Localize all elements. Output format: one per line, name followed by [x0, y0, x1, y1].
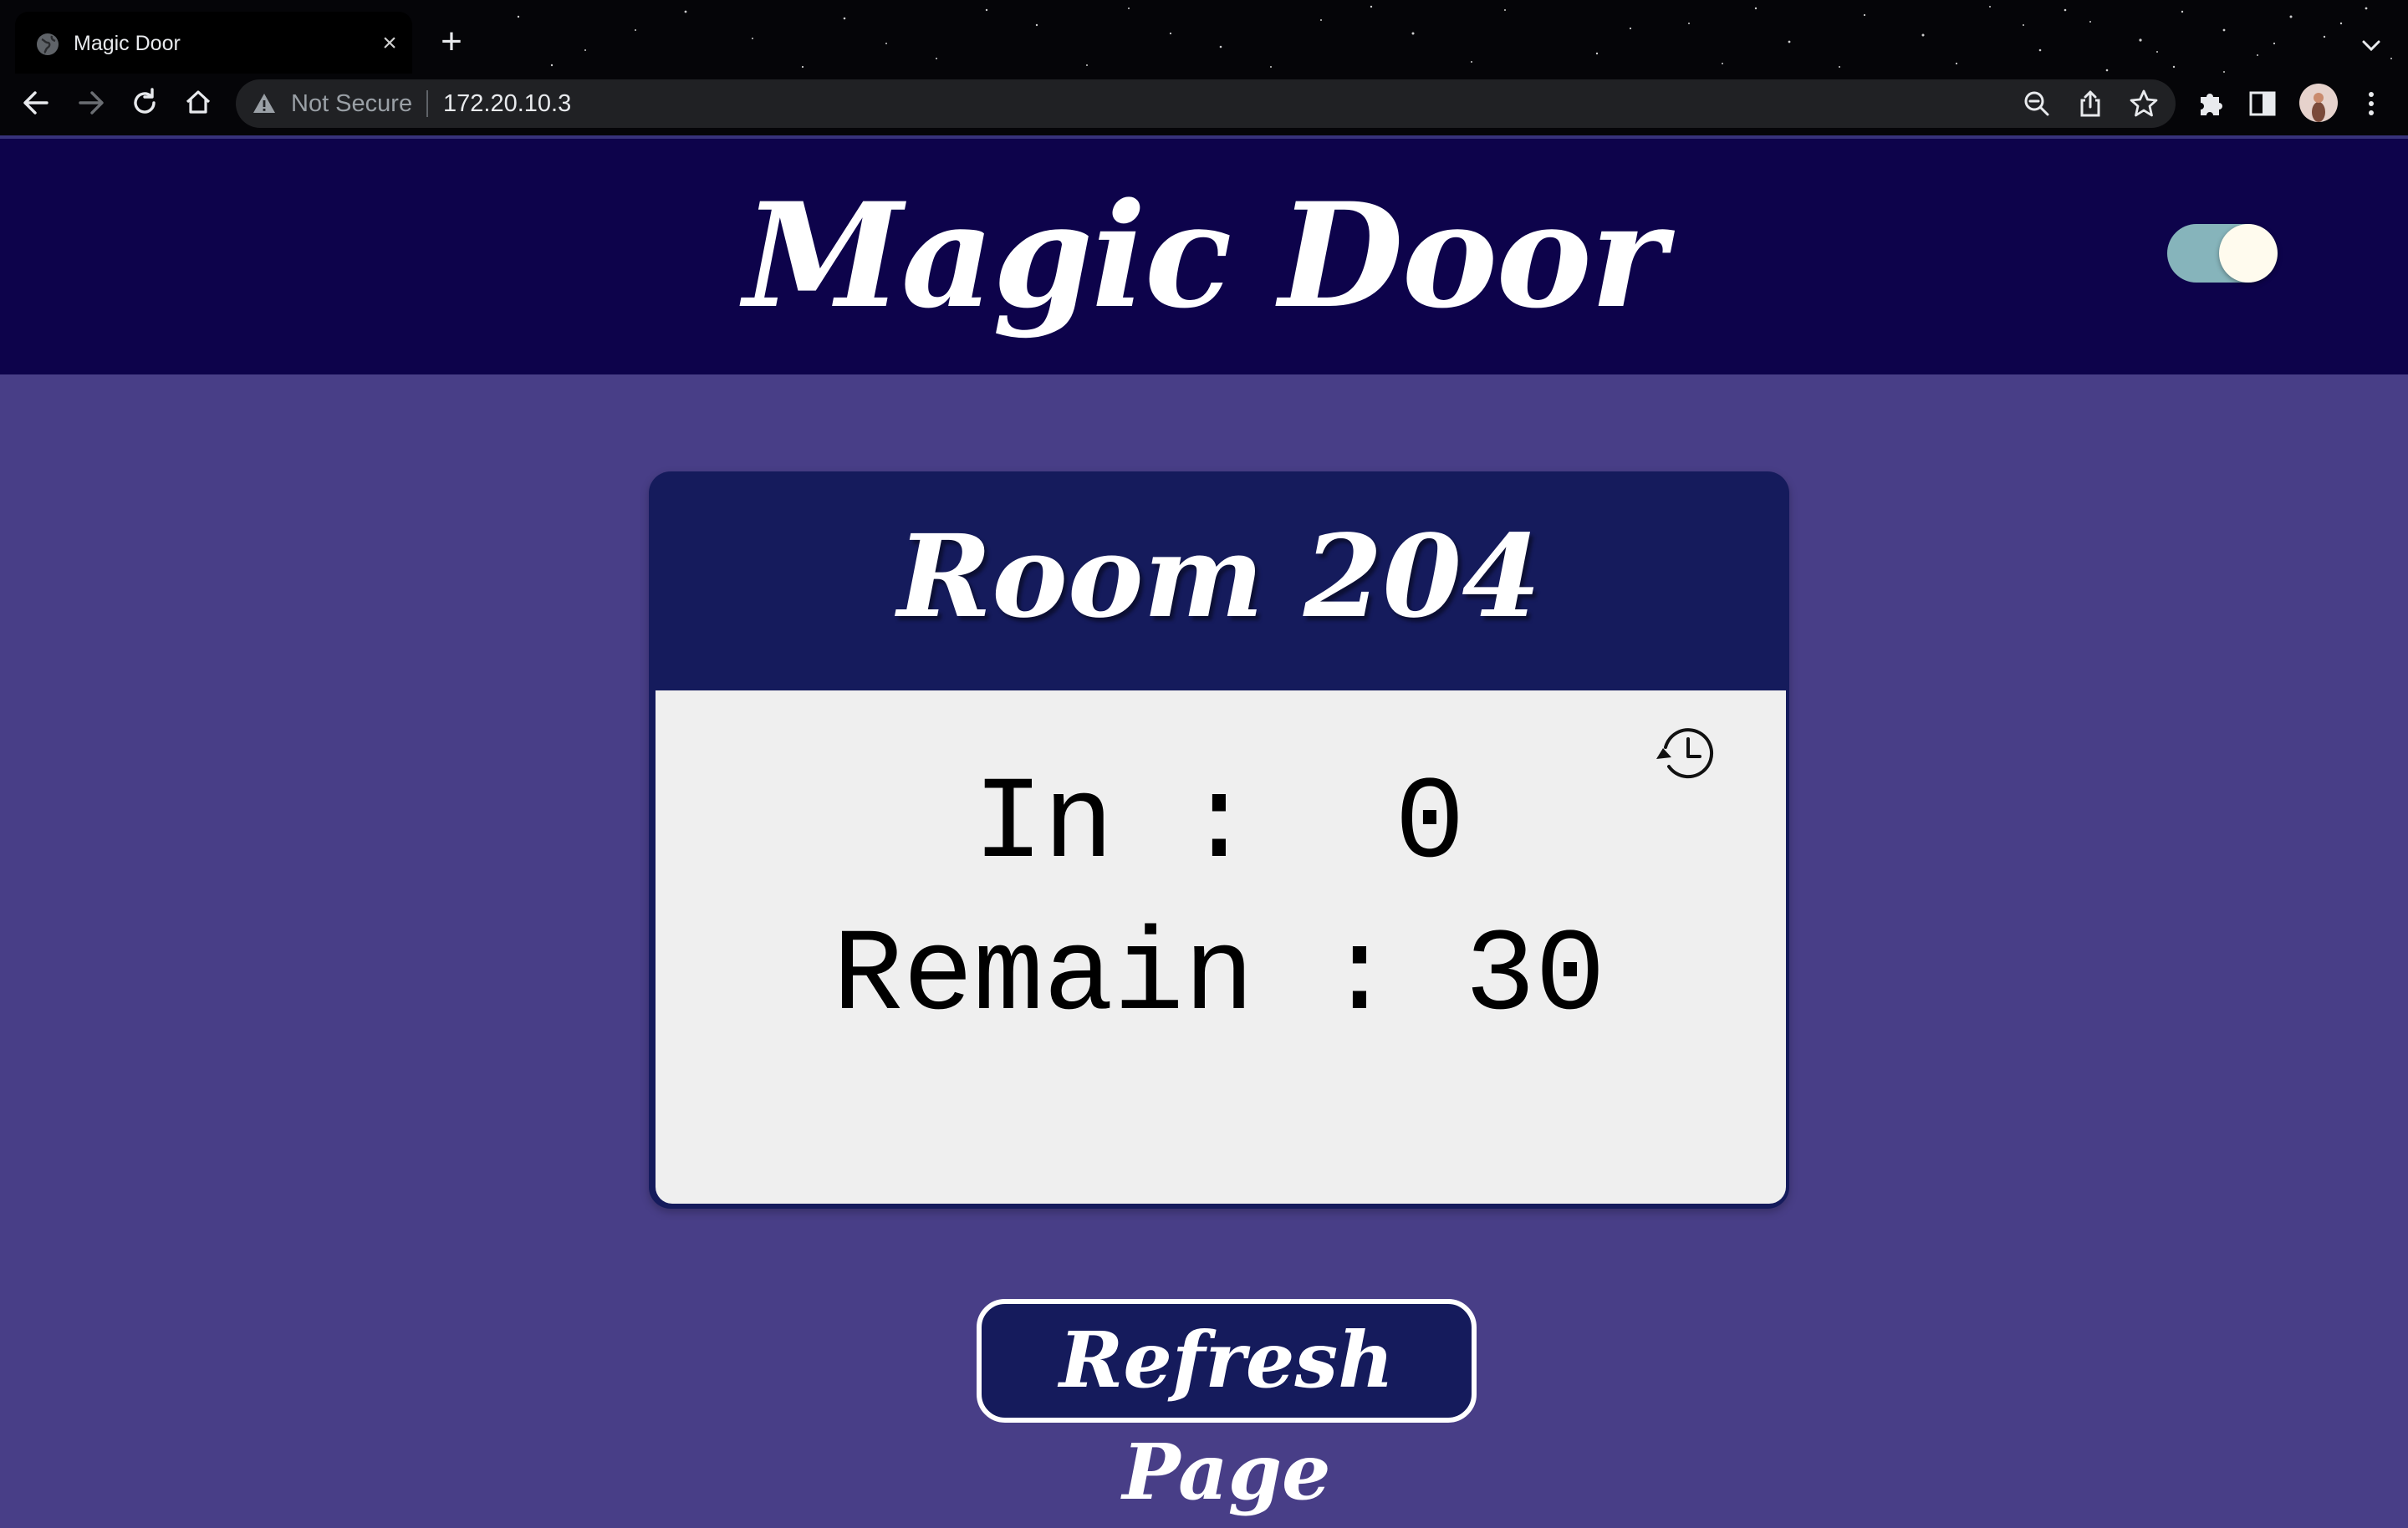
kebab-menu-icon[interactable] — [2353, 85, 2390, 122]
remain-count: Remain : 30 — [832, 911, 1606, 1044]
theme-toggle-knob[interactable] — [2219, 224, 2278, 283]
new-tab-button[interactable]: + — [435, 23, 468, 60]
security-status[interactable]: Not Secure — [291, 87, 412, 120]
zoom-out-icon[interactable] — [2020, 87, 2053, 120]
url-text[interactable]: 172.20.10.3 — [443, 87, 571, 120]
avatar-image — [2312, 93, 2325, 122]
extensions-puzzle-icon[interactable] — [2192, 85, 2229, 122]
home-icon[interactable] — [177, 82, 219, 124]
bookmark-star-icon[interactable] — [2127, 87, 2161, 120]
share-icon[interactable] — [2074, 87, 2107, 120]
back-arrow-icon[interactable] — [15, 82, 57, 124]
address-divider — [426, 90, 428, 117]
globe-icon — [37, 33, 59, 55]
room-title: Room 204 — [897, 510, 1541, 644]
tab-close-button[interactable]: × — [375, 28, 405, 59]
site-title: Magic Door — [743, 171, 1666, 340]
in-count: In : 0 — [972, 759, 1466, 892]
profile-avatar[interactable] — [2299, 84, 2338, 122]
side-panel-icon[interactable] — [2244, 85, 2281, 122]
chevron-down-icon[interactable] — [2356, 30, 2386, 60]
warning-icon[interactable] — [251, 90, 278, 117]
refresh-page-button[interactable]: Refresh Page — [977, 1299, 1477, 1517]
browser-tab[interactable]: Magic Door × — [15, 12, 412, 75]
tab-title: Magic Door — [74, 32, 181, 55]
forward-arrow-icon[interactable] — [70, 82, 112, 124]
reload-icon[interactable] — [124, 82, 166, 124]
